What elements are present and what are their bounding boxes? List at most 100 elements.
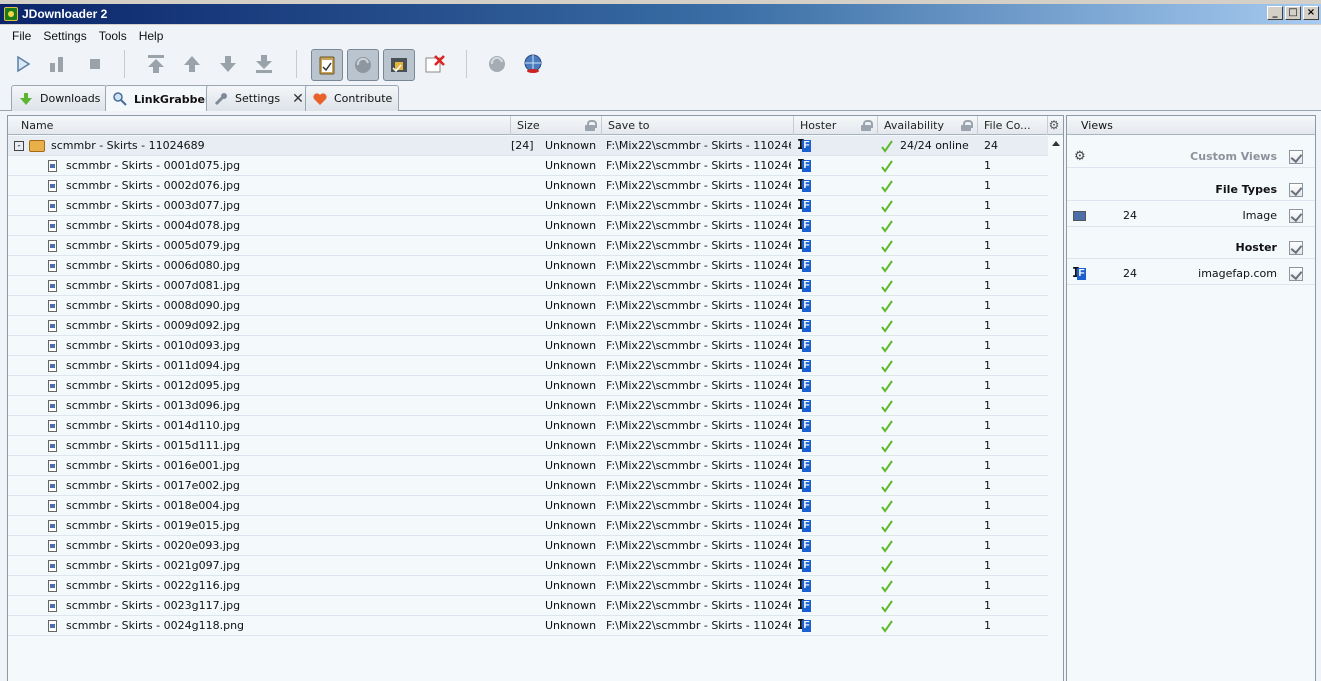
close-button[interactable]: × (1303, 6, 1319, 20)
column-settings-icon[interactable]: ⚙ (1047, 118, 1061, 132)
file-row[interactable]: scmmbr - Skirts - 0017e002.jpg Unknown F:\… (8, 476, 1048, 496)
maximize-button[interactable]: □ (1285, 6, 1301, 20)
file-save-to: F:\Mix22\scmmbr - Skirts - 11024689 (606, 359, 791, 372)
file-row[interactable]: scmmbr - Skirts - 0022g116.jpg Unknown F:\… (8, 576, 1048, 596)
imagefap-icon: IF (797, 298, 811, 313)
file-count: 1 (984, 219, 991, 232)
auto-reconnect-button[interactable] (347, 49, 379, 81)
column-name[interactable]: Name (8, 116, 511, 135)
hoster-imagefap-row[interactable]: IF 24 imagefap.com (1067, 263, 1315, 285)
online-check-icon (881, 300, 893, 313)
vertical-scrollbar[interactable] (1049, 136, 1063, 681)
scroll-up-icon[interactable] (1052, 141, 1060, 146)
file-save-to: F:\Mix22\scmmbr - Skirts - 11024689 (606, 399, 791, 412)
file-row[interactable]: scmmbr - Skirts - 0010d093.jpg Unknown F:\… (8, 336, 1048, 356)
tab-settings-close-icon[interactable]: ✕ (292, 91, 304, 107)
online-check-icon (881, 440, 893, 453)
start-downloads-button[interactable] (9, 50, 37, 78)
online-check-icon (881, 400, 893, 413)
stop-downloads-button[interactable] (81, 50, 109, 78)
file-row[interactable]: scmmbr - Skirts - 0012d095.jpg Unknown F:\… (8, 376, 1048, 396)
file-row[interactable]: scmmbr - Skirts - 0011d094.jpg Unknown F:\… (8, 356, 1048, 376)
file-row[interactable]: scmmbr - Skirts - 0003d077.jpg Unknown F:\… (8, 196, 1048, 216)
file-size: Unknown (545, 179, 597, 192)
file-save-to: F:\Mix22\scmmbr - Skirts - 11024689 (606, 299, 791, 312)
column-hoster[interactable]: Hoster (794, 116, 878, 135)
file-row[interactable]: scmmbr - Skirts - 0006d080.jpg Unknown F:\… (8, 256, 1048, 276)
file-size: Unknown (545, 599, 597, 612)
online-check-icon (881, 360, 893, 373)
gear-icon[interactable]: ⚙ (1074, 150, 1086, 163)
file-save-to: F:\Mix22\scmmbr - Skirts - 11024689 (606, 159, 791, 172)
column-availability[interactable]: Availability (878, 116, 978, 135)
clipboard-observer-button[interactable] (311, 49, 343, 81)
file-type-image-row[interactable]: 24 Image (1067, 205, 1315, 227)
hoster-checkbox[interactable] (1289, 241, 1303, 255)
file-row[interactable]: scmmbr - Skirts - 0001d075.jpg Unknown F:\… (8, 156, 1048, 176)
premium-toggle-button[interactable] (383, 49, 415, 81)
file-row[interactable]: scmmbr - Skirts - 0015d111.jpg Unknown F:\… (8, 436, 1048, 456)
imagefap-icon: IF (797, 178, 811, 193)
file-row[interactable]: scmmbr - Skirts - 0004d078.jpg Unknown F:\… (8, 216, 1048, 236)
collapse-icon[interactable]: - (14, 141, 24, 151)
menu-file[interactable]: File (6, 29, 37, 43)
file-row[interactable]: scmmbr - Skirts - 0016e001.jpg Unknown F:\… (8, 456, 1048, 476)
arrow-down-icon (220, 56, 236, 72)
linkgrabber-table: Name Size Save to Hoster Availability Fi… (7, 115, 1064, 681)
custom-views-row[interactable]: ⚙ Custom Views (1067, 146, 1315, 168)
tab-settings[interactable]: Settings ✕ (206, 85, 311, 111)
move-to-top-button[interactable] (142, 50, 170, 78)
move-to-bottom-button[interactable] (250, 50, 278, 78)
file-save-to: F:\Mix22\scmmbr - Skirts - 11024689 (606, 559, 791, 572)
silent-mode-button[interactable] (421, 50, 449, 78)
column-file-count[interactable]: File Co... (978, 116, 1048, 135)
file-row[interactable]: scmmbr - Skirts - 0023g117.jpg Unknown F:\… (8, 596, 1048, 616)
tab-downloads[interactable]: Downloads (11, 85, 108, 111)
globe-icon (524, 54, 542, 73)
move-down-button[interactable] (214, 50, 242, 78)
file-row[interactable]: scmmbr - Skirts - 0013d096.jpg Unknown F:\… (8, 396, 1048, 416)
file-row[interactable]: scmmbr - Skirts - 0021g097.jpg Unknown F:\… (8, 556, 1048, 576)
online-check-icon (881, 140, 893, 153)
minimize-button[interactable]: _ (1267, 6, 1283, 20)
magnifier-icon (113, 92, 127, 106)
heart-icon (313, 92, 327, 105)
package-icon (29, 140, 45, 152)
file-type-image-checkbox[interactable] (1289, 209, 1303, 223)
file-name: scmmbr - Skirts - 0021g097.jpg (66, 559, 241, 572)
move-up-button[interactable] (178, 50, 206, 78)
arrow-up-icon (184, 56, 200, 72)
file-row[interactable]: scmmbr - Skirts - 0019e015.jpg Unknown F:\… (8, 516, 1048, 536)
file-save-to: F:\Mix22\scmmbr - Skirts - 11024689 (606, 499, 791, 512)
file-row[interactable]: scmmbr - Skirts - 0002d076.jpg Unknown F:\… (8, 176, 1048, 196)
tab-linkgrabber[interactable]: LinkGrabber (105, 85, 218, 112)
file-row[interactable]: scmmbr - Skirts - 0018e004.jpg Unknown F:\… (8, 496, 1048, 516)
package-row[interactable]: - scmmbr - Skirts - 11024689 [24] Unknow… (8, 136, 1048, 156)
column-save-to[interactable]: Save to (602, 116, 794, 135)
file-row[interactable]: scmmbr - Skirts - 0024g118.png Unknown F:\… (8, 616, 1048, 636)
pause-downloads-button[interactable] (43, 50, 71, 78)
menu-help[interactable]: Help (133, 29, 170, 43)
menu-settings[interactable]: Settings (37, 29, 92, 43)
file-icon (48, 580, 57, 592)
column-size[interactable]: Size (511, 116, 602, 135)
custom-views-checkbox[interactable] (1289, 150, 1303, 164)
window-controls: _ □ × (1267, 6, 1319, 20)
file-row[interactable]: scmmbr - Skirts - 0005d079.jpg Unknown F:\… (8, 236, 1048, 256)
update-button[interactable] (519, 50, 547, 78)
file-icon (48, 220, 57, 232)
file-row[interactable]: scmmbr - Skirts - 0009d092.jpg Unknown F:\… (8, 316, 1048, 336)
file-types-section[interactable]: File Types (1067, 179, 1315, 201)
tab-contribute[interactable]: Contribute (305, 85, 400, 111)
hoster-section[interactable]: Hoster (1067, 237, 1315, 259)
toolbar-separator (124, 50, 125, 78)
reconnect-now-button[interactable] (483, 50, 511, 78)
file-row[interactable]: scmmbr - Skirts - 0020e093.jpg Unknown F:\… (8, 536, 1048, 556)
file-row[interactable]: scmmbr - Skirts - 0007d081.jpg Unknown F:\… (8, 276, 1048, 296)
menu-tools[interactable]: Tools (93, 29, 133, 43)
hoster-imagefap-checkbox[interactable] (1289, 267, 1303, 281)
file-row[interactable]: scmmbr - Skirts - 0014d110.jpg Unknown F:\… (8, 416, 1048, 436)
file-types-checkbox[interactable] (1289, 183, 1303, 197)
file-row[interactable]: scmmbr - Skirts - 0008d090.jpg Unknown F:\… (8, 296, 1048, 316)
file-count: 1 (984, 539, 991, 552)
